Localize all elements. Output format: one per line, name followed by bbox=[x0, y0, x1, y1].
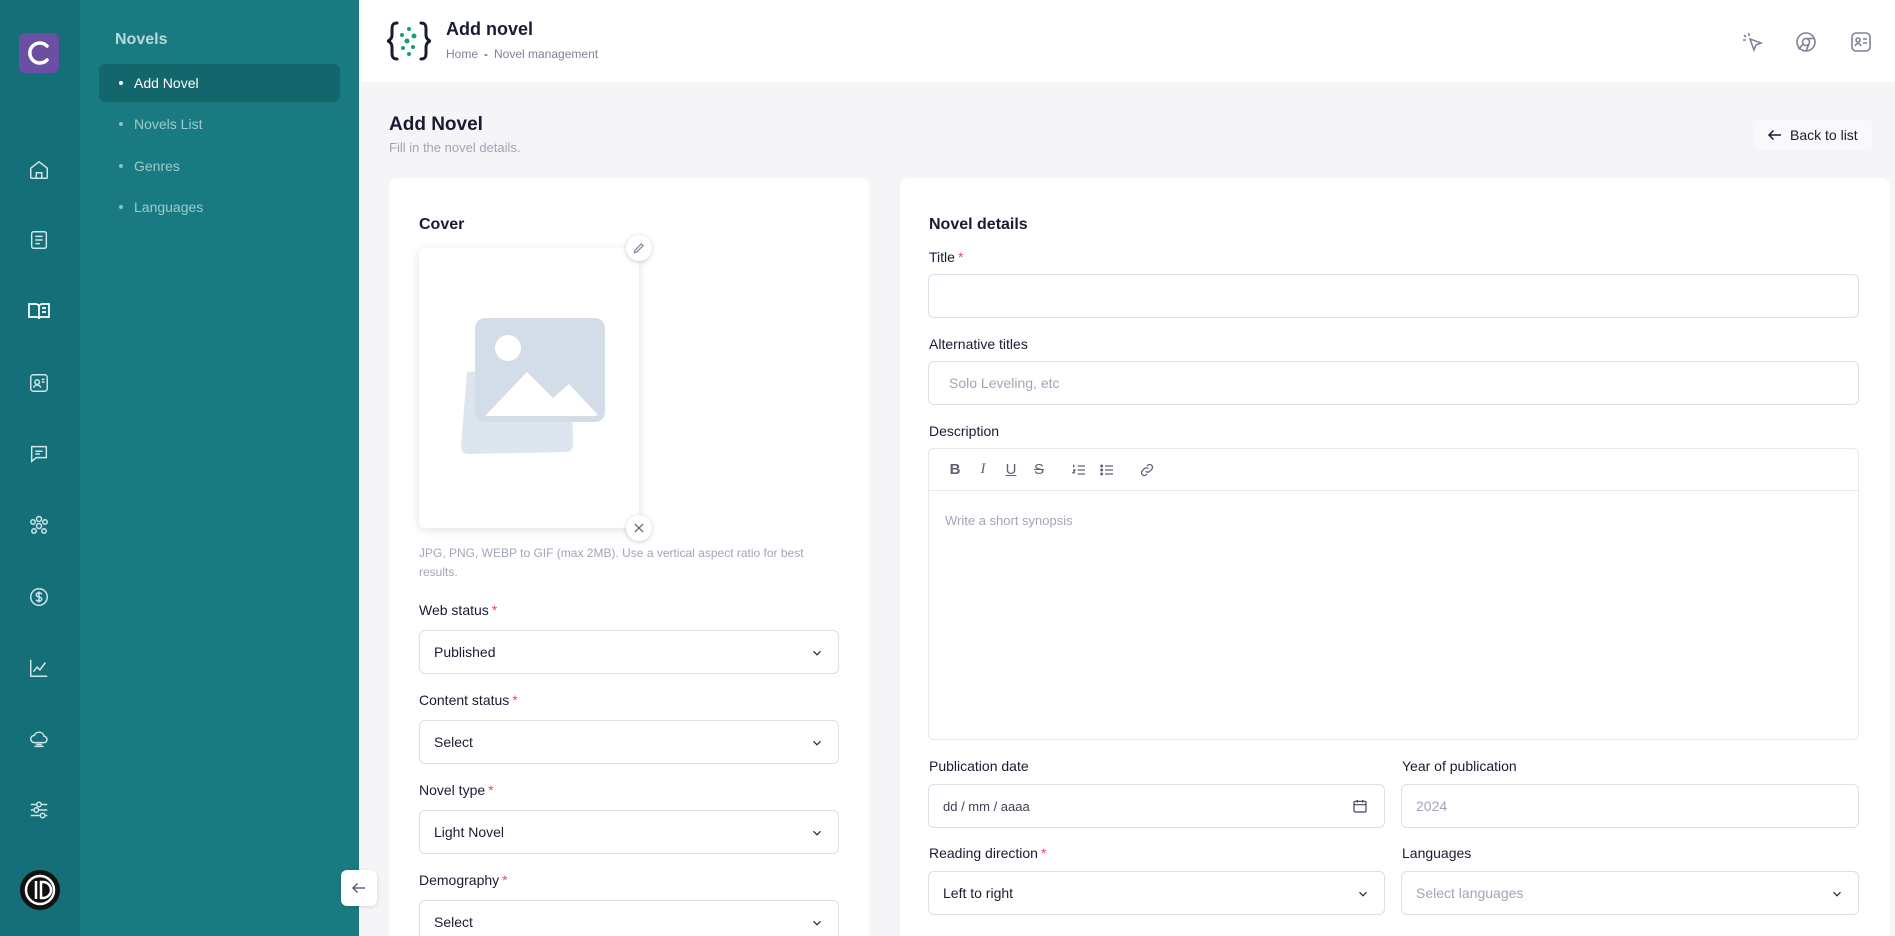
bullet-icon bbox=[119, 122, 123, 126]
cover-image[interactable] bbox=[419, 235, 652, 541]
breadcrumb-separator: - bbox=[484, 47, 489, 61]
home-icon[interactable] bbox=[25, 156, 53, 184]
icon-rail bbox=[0, 0, 80, 936]
novel-details-title: Novel details bbox=[929, 216, 1028, 233]
back-to-list-button[interactable]: Back to list bbox=[1754, 120, 1872, 150]
sidebar-item-label: Genres bbox=[134, 158, 180, 174]
cover-card: Cover JPG, PNG, WEBP to GIF (max 2MB). U… bbox=[389, 178, 869, 936]
cloud-icon[interactable] bbox=[25, 725, 53, 753]
app-logo[interactable] bbox=[19, 33, 59, 73]
novel-type-select[interactable]: Light Novel bbox=[419, 810, 839, 854]
sidebar-item-add-novel[interactable]: Add Novel bbox=[99, 64, 340, 102]
web-status-select[interactable]: Published bbox=[419, 630, 839, 674]
ordered-list-icon[interactable] bbox=[1065, 456, 1093, 484]
chat-icon[interactable] bbox=[25, 440, 53, 468]
novel-type-label: Novel type * bbox=[419, 782, 494, 798]
alt-titles-input[interactable] bbox=[949, 375, 1858, 391]
languages-select[interactable]: Select languages bbox=[1401, 871, 1859, 915]
bullet-icon bbox=[119, 164, 123, 168]
remove-cover-button[interactable] bbox=[626, 515, 652, 541]
chrome-icon[interactable] bbox=[1791, 27, 1821, 57]
italic-icon[interactable]: I bbox=[969, 456, 997, 484]
cover-hint: JPG, PNG, WEBP to GIF (max 2MB). Use a v… bbox=[419, 546, 804, 579]
reading-direction-select[interactable]: Left to right bbox=[928, 871, 1385, 915]
document-icon[interactable] bbox=[25, 226, 53, 254]
alt-titles-label: Alternative titles bbox=[929, 336, 1028, 352]
sidebar-item-novels-list[interactable]: Novels List bbox=[99, 105, 340, 143]
demography-select[interactable]: Select bbox=[419, 900, 839, 936]
breadcrumb-novel-management[interactable]: Novel management bbox=[494, 47, 598, 61]
pencil-icon bbox=[633, 243, 644, 254]
close-icon bbox=[634, 523, 644, 533]
publication-date-input[interactable]: dd / mm / aaaa bbox=[928, 784, 1385, 828]
dollar-icon[interactable] bbox=[25, 583, 53, 611]
link-icon[interactable] bbox=[1133, 456, 1161, 484]
arrow-left-icon bbox=[1767, 129, 1781, 141]
novel-details-card: Novel details Title * Alternative titles … bbox=[900, 178, 1890, 936]
bullet-icon bbox=[119, 205, 123, 209]
chevron-down-icon bbox=[813, 830, 821, 836]
title-label: Title * bbox=[929, 249, 964, 265]
bullet-icon bbox=[119, 81, 123, 85]
settings-icon[interactable] bbox=[25, 796, 53, 824]
profile-card-icon[interactable] bbox=[25, 369, 53, 397]
chevron-down-icon bbox=[813, 920, 821, 926]
chevron-down-icon bbox=[1359, 891, 1367, 897]
submenu-sidebar: Novels Add Novel Novels List Genres Lang… bbox=[80, 0, 359, 936]
book-icon[interactable] bbox=[25, 297, 53, 325]
content-status-select[interactable]: Select bbox=[419, 720, 839, 764]
underline-icon[interactable]: U bbox=[997, 456, 1025, 484]
alt-titles-input-wrap bbox=[928, 361, 1859, 405]
edit-cover-button[interactable] bbox=[626, 235, 652, 261]
reading-direction-label: Reading direction * bbox=[929, 845, 1047, 861]
sidebar-item-genres[interactable]: Genres bbox=[99, 147, 340, 185]
arrow-left-icon bbox=[351, 882, 365, 894]
page-title: Add Novel bbox=[389, 114, 483, 135]
header-title: Add novel bbox=[446, 19, 534, 39]
chart-icon[interactable] bbox=[25, 654, 53, 682]
top-header: Add novel Home - Novel management bbox=[359, 0, 1895, 82]
bullet-list-icon[interactable] bbox=[1093, 456, 1121, 484]
calendar-icon[interactable] bbox=[1352, 798, 1368, 814]
chevron-down-icon bbox=[813, 650, 821, 656]
collapse-sidebar-button[interactable] bbox=[341, 870, 377, 906]
sidebar-item-languages[interactable]: Languages bbox=[99, 188, 340, 226]
web-status-label: Web status * bbox=[419, 602, 498, 618]
demography-label: Demography * bbox=[419, 872, 508, 888]
strikethrough-icon[interactable]: S bbox=[1025, 456, 1053, 484]
languages-label: Languages bbox=[1402, 845, 1472, 861]
cover-title: Cover bbox=[419, 216, 465, 233]
content-status-label: Content status * bbox=[419, 692, 518, 708]
description-placeholder: Write a short synopsis bbox=[945, 513, 1073, 528]
description-label: Description bbox=[929, 423, 1000, 439]
breadcrumb: Home - Novel management bbox=[446, 47, 598, 61]
cursor-click-icon[interactable] bbox=[1737, 27, 1767, 57]
bold-icon[interactable]: B bbox=[941, 456, 969, 484]
profile-icon[interactable] bbox=[1846, 27, 1876, 57]
editor-toolbar: B I U S bbox=[929, 449, 1858, 491]
year-of-publication-input-wrap bbox=[1401, 784, 1859, 828]
page-subtitle: Fill in the novel details. bbox=[389, 140, 521, 155]
title-input[interactable] bbox=[943, 288, 1858, 304]
year-of-publication-input[interactable] bbox=[1416, 798, 1858, 814]
back-to-list-label: Back to list bbox=[1790, 127, 1858, 143]
year-of-publication-label: Year of publication bbox=[1402, 758, 1517, 774]
breadcrumb-home[interactable]: Home bbox=[446, 47, 478, 61]
chevron-down-icon bbox=[1833, 891, 1841, 897]
chevron-down-icon bbox=[813, 740, 821, 746]
sidebar-item-label: Novels List bbox=[134, 116, 203, 132]
avatar[interactable] bbox=[20, 870, 60, 910]
sidebar-item-label: Languages bbox=[134, 199, 204, 215]
braces-logo-icon bbox=[384, 20, 434, 67]
publication-date-label: Publication date bbox=[929, 758, 1029, 774]
title-input-wrap bbox=[928, 274, 1859, 318]
sidebar-section-title: Novels bbox=[115, 31, 168, 48]
users-icon[interactable] bbox=[25, 511, 53, 539]
image-placeholder-icon bbox=[461, 318, 605, 454]
sidebar-item-label: Add Novel bbox=[134, 75, 199, 91]
description-editor[interactable]: B I U S Write a short synopsis bbox=[928, 448, 1859, 740]
